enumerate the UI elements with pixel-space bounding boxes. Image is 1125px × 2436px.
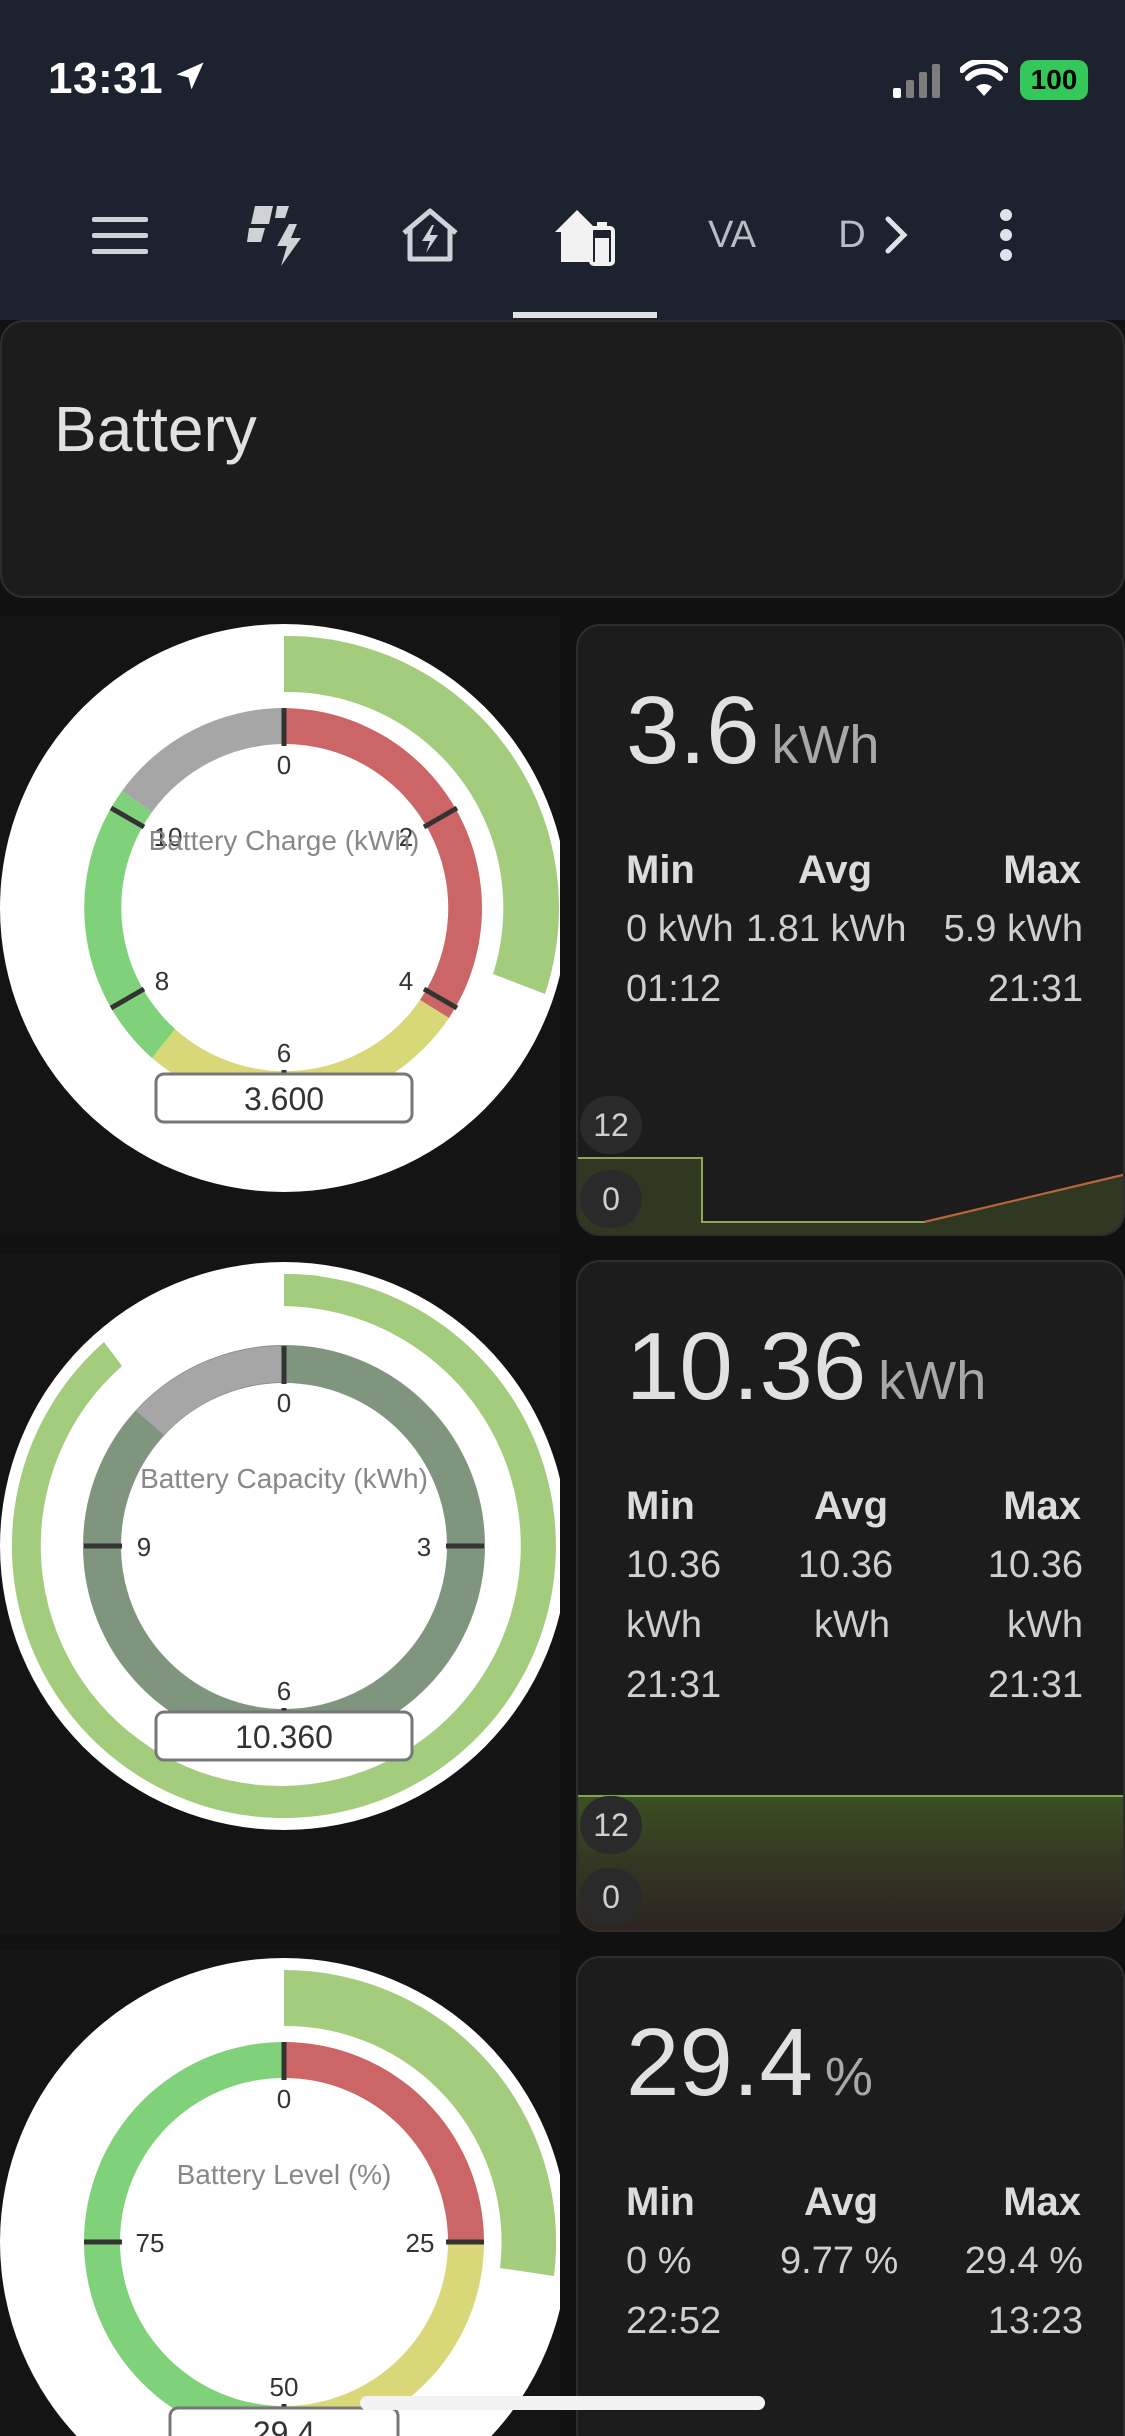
max-label: Max [1003, 2180, 1081, 2224]
axis-max-label: 12 [580, 1096, 642, 1154]
battery-indicator: 100 [1020, 60, 1088, 100]
battery-level-stat-card[interactable]: 29.4% Min Avg Max 0 % 9.77 % 29.4 % 22:5… [576, 1956, 1125, 2436]
gauge-tick-8: 8 [155, 966, 169, 996]
title-card: Battery [0, 320, 1125, 598]
gauge-tick-6: 6 [277, 1676, 291, 1706]
tab-d[interactable]: D [832, 190, 872, 280]
selected-tab-indicator [513, 312, 657, 318]
sparkline [578, 1795, 1123, 1930]
min-label: Min [626, 2180, 695, 2224]
min-time: 21:31 [626, 1664, 722, 1706]
min-label: Min [626, 1484, 695, 1528]
gauge-tick-50: 50 [270, 2372, 299, 2402]
min-time: 01:12 [626, 968, 722, 1010]
gauge-readout: 3.600 [244, 1081, 324, 1117]
home-battery-icon[interactable] [542, 190, 626, 280]
gauge-label: Battery Charge (kWh) [149, 825, 420, 856]
wifi-icon [960, 60, 1008, 96]
avg-value: 10.36 [798, 1544, 894, 1586]
max-label: Max [1003, 848, 1081, 892]
current-value: 3.6 kWh [626, 676, 879, 786]
value-number: 10.36 [626, 1313, 867, 1420]
gauge-tick-3: 3 [417, 1532, 431, 1562]
home-indicator [360, 2396, 765, 2410]
max-unit: kWh [1007, 1604, 1083, 1646]
axis-min-label: 0 [580, 1868, 642, 1926]
avg-label: Avg [804, 2180, 879, 2224]
battery-charge-stat-card[interactable]: 3.6 kWh Min Avg Max 0 kWh 1.81 kWh 5.9 kW… [576, 624, 1125, 1236]
max-time: 13:23 [987, 2300, 1083, 2342]
gauge-tick-0: 0 [277, 750, 291, 780]
battery-capacity-gauge: 0 3 6 9 Battery Capacity (kWh) 10.360 [0, 1262, 568, 1830]
value-unit: % [824, 2047, 873, 2107]
min-time: 22:52 [626, 2300, 722, 2342]
min-value: 10.36 [626, 1544, 722, 1586]
value-number: 29.4 [626, 2009, 813, 2116]
gauge-tick-9: 9 [137, 1532, 151, 1562]
battery-capacity-gauge-panel[interactable]: 0 3 6 9 Battery Capacity (kWh) 10.360 [0, 1254, 568, 1934]
avg-label: Avg [814, 1484, 889, 1528]
current-value: 10.36 kWh [626, 1312, 986, 1422]
max-time: 21:31 [987, 1664, 1083, 1706]
battery-level-gauge-panel[interactable]: 0 25 50 75 Battery Level (%) 29.4 [0, 1950, 568, 2436]
max-value: 5.9 kWh [943, 908, 1083, 950]
gauge-tick-25: 25 [406, 2228, 435, 2258]
axis-min-label: 0 [580, 1170, 642, 1228]
battery-level-gauge: 0 25 50 75 Battery Level (%) 29.4 [0, 1958, 568, 2436]
min-value: 0 % [626, 2240, 692, 2282]
location-arrow-icon [176, 62, 204, 90]
gauge-tick-0: 0 [277, 2084, 291, 2114]
avg-label: Avg [798, 848, 873, 892]
gauge-tick-75: 75 [136, 2228, 165, 2258]
avg-value: 1.81 kWh [746, 908, 907, 950]
home-lightning-icon[interactable] [388, 190, 472, 280]
avg-value: 9.77 % [780, 2240, 899, 2282]
max-value: 29.4 % [964, 2240, 1083, 2282]
max-time: 21:31 [987, 968, 1083, 1010]
sparkline [578, 1157, 1123, 1234]
battery-capacity-stat-card[interactable]: 10.36 kWh Min Avg Max 10.36 10.36 10.36 k… [576, 1260, 1125, 1932]
gauge-label: Battery Capacity (kWh) [140, 1463, 428, 1494]
top-app-bar: 13:31 100 VA D [0, 0, 1125, 320]
status-time: 13:31 [48, 54, 164, 103]
min-value: 0 kWh [626, 908, 734, 950]
gauge-tick-0: 0 [277, 1388, 291, 1418]
cellular-signal-icon [893, 64, 940, 98]
gauge-readout: 29.4 [253, 2415, 315, 2436]
page-title: Battery [54, 393, 257, 465]
value-number: 3.6 [626, 677, 760, 784]
max-value: 10.36 [987, 1544, 1083, 1586]
menu-icon[interactable] [78, 190, 162, 280]
max-label: Max [1003, 1484, 1081, 1528]
battery-charge-gauge-panel[interactable]: 0 2 4 6 8 10 Battery Charge (kWh) 3.600 [0, 616, 568, 1236]
solar-power-icon[interactable] [236, 190, 320, 280]
chevron-right-icon[interactable] [876, 190, 916, 280]
gauge-tick-4: 4 [399, 966, 413, 996]
more-vertical-icon[interactable] [978, 190, 1034, 280]
min-label: Min [626, 848, 695, 892]
battery-charge-gauge: 0 2 4 6 8 10 Battery Charge (kWh) 3.600 [0, 624, 568, 1192]
current-value: 29.4% [626, 2008, 873, 2118]
gauge-tick-6: 6 [277, 1038, 291, 1068]
min-unit: kWh [626, 1604, 702, 1646]
value-unit: kWh [771, 715, 880, 775]
value-unit: kWh [878, 1351, 987, 1411]
gauge-label: Battery Level (%) [177, 2159, 392, 2190]
avg-unit: kWh [814, 1604, 890, 1646]
tab-va[interactable]: VA [690, 190, 774, 280]
axis-max-label: 12 [580, 1796, 642, 1854]
gauge-readout: 10.360 [235, 1719, 333, 1755]
